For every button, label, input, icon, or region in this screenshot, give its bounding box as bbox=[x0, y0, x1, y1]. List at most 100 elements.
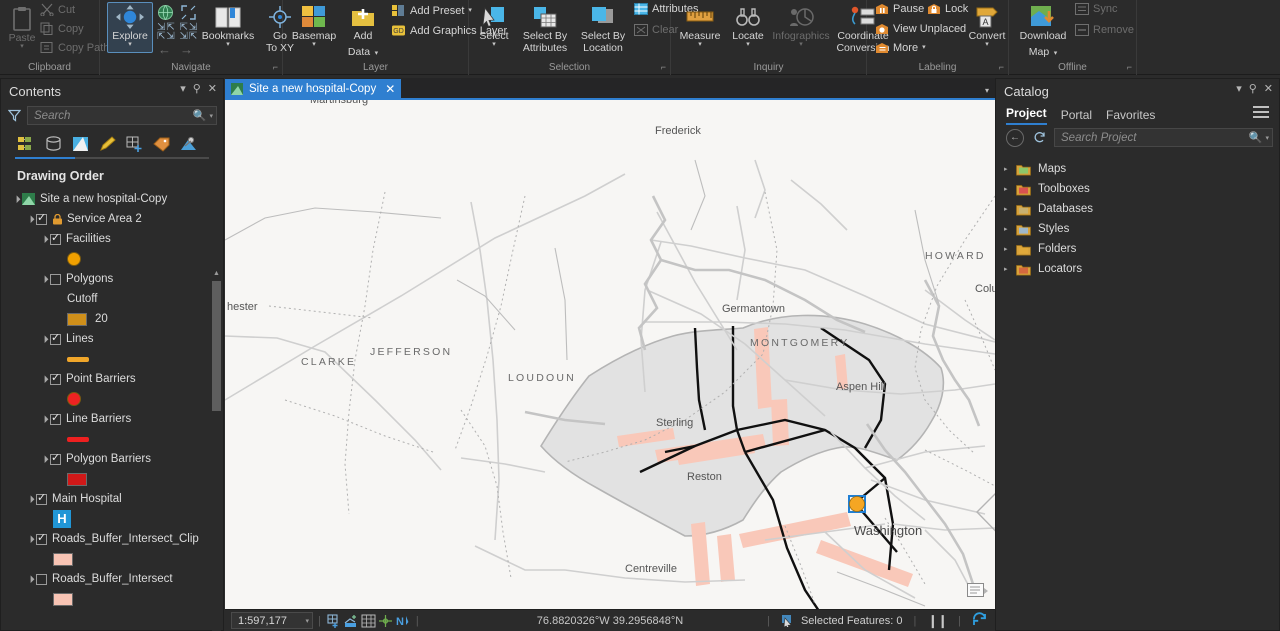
catalog-expand-arrow-icon[interactable]: ▸ bbox=[1004, 265, 1016, 273]
select-by-location-button[interactable]: Select By Location bbox=[575, 4, 631, 54]
locate-caret-icon[interactable]: ▾ bbox=[727, 41, 769, 48]
legend-symbol-row[interactable] bbox=[7, 389, 223, 409]
catalog-search-box[interactable]: 🔍 ▾ bbox=[1054, 128, 1273, 147]
list-by-snapping-icon[interactable] bbox=[125, 135, 143, 153]
catalog-expand-arrow-icon[interactable]: ▸ bbox=[1004, 205, 1016, 213]
contents-scrollbar[interactable]: ▲ ▼ bbox=[212, 269, 221, 631]
pause-drawing-icon[interactable]: ❙❙ bbox=[927, 613, 948, 629]
legend-symbol-row[interactable] bbox=[7, 549, 223, 569]
sync-button[interactable]: Sync bbox=[1075, 3, 1117, 15]
map-scale-chevron-icon[interactable]: ▾ bbox=[305, 617, 309, 625]
measure-caret-icon[interactable]: ▾ bbox=[675, 41, 725, 48]
catalog-refresh-icon[interactable] bbox=[1030, 131, 1048, 144]
bookmarks-button[interactable]: Bookmarks ▾ bbox=[200, 4, 256, 48]
layer-row[interactable]: ◢Polygon Barriers bbox=[7, 449, 223, 469]
previous-extent-arrow-icon[interactable]: ← bbox=[158, 42, 171, 57]
locate-button[interactable]: Locate ▾ bbox=[727, 4, 769, 48]
explore-caret-icon[interactable]: ▾ bbox=[107, 41, 153, 48]
navigate-dialog-launcher[interactable]: ⌐ bbox=[273, 63, 278, 72]
convert-labels-button[interactable]: A Convert ▾ bbox=[965, 4, 1009, 48]
lock-labeling-button[interactable]: Lock bbox=[927, 3, 968, 15]
catalog-pin-icon[interactable]: ⚲ bbox=[1249, 82, 1257, 96]
more-labeling-button[interactable]: More ▾ bbox=[875, 42, 926, 54]
contents-search-box[interactable]: 🔍 ▾ bbox=[27, 106, 217, 125]
legend-symbol-row[interactable] bbox=[7, 249, 223, 269]
measure-button[interactable]: Measure ▾ bbox=[675, 4, 725, 48]
layer-visibility-checkbox[interactable] bbox=[36, 491, 47, 505]
tab-favorites[interactable]: Favorites bbox=[1106, 108, 1155, 125]
list-by-selection-icon[interactable] bbox=[71, 135, 89, 153]
catalog-menu-icon[interactable] bbox=[1253, 106, 1269, 121]
layer-visibility-checkbox[interactable] bbox=[50, 231, 61, 245]
contents-scroll-thumb[interactable] bbox=[212, 281, 221, 411]
layer-visibility-checkbox[interactable] bbox=[50, 273, 61, 285]
layer-row[interactable]: ◢Roads_Buffer_Intersect_Clip bbox=[7, 529, 223, 549]
paste-button[interactable]: Paste ▾ bbox=[2, 6, 42, 50]
basemap-caret-icon[interactable]: ▾ bbox=[289, 41, 339, 48]
legend-symbol-row[interactable] bbox=[7, 349, 223, 369]
new-map-view-icon[interactable] bbox=[326, 612, 343, 629]
layer-row[interactable]: ◢Facilities bbox=[7, 229, 223, 249]
layer-row[interactable]: ◢Service Area 2 bbox=[7, 209, 223, 229]
copy-button[interactable]: Copy bbox=[40, 22, 84, 35]
add-data-caret-icon[interactable]: ▾ bbox=[375, 50, 379, 57]
select-by-attributes-button[interactable]: Select By Attributes bbox=[516, 4, 574, 54]
contents-pin-icon[interactable]: ⚲ bbox=[193, 82, 201, 96]
layer-visibility-checkbox[interactable] bbox=[36, 211, 47, 225]
convert-caret-icon[interactable]: ▾ bbox=[965, 41, 1009, 48]
catalog-menu-chevron-icon[interactable]: ▾ bbox=[1236, 82, 1242, 96]
labeling-dialog-launcher[interactable]: ⌐ bbox=[999, 63, 1004, 72]
next-extent-arrow-icon[interactable]: → bbox=[180, 42, 193, 57]
layer-row[interactable]: ◢ Site a new hospital-Copy bbox=[7, 189, 223, 209]
cut-button[interactable]: Cut bbox=[40, 3, 75, 16]
select-button[interactable]: Select ▾ bbox=[473, 4, 515, 48]
legend-symbol-row[interactable] bbox=[7, 429, 223, 449]
contents-menu-chevron-icon[interactable]: ▾ bbox=[180, 82, 186, 96]
legend-symbol-row[interactable]: H bbox=[7, 509, 223, 529]
zoom-arrows-row2[interactable]: ⇱⇲ ⇲⇱ bbox=[157, 31, 198, 42]
layer-row[interactable]: ◢Lines bbox=[7, 329, 223, 349]
copy-path-button[interactable]: Copy Path bbox=[40, 41, 109, 54]
catalog-back-icon[interactable]: ← bbox=[1006, 128, 1024, 147]
map-view[interactable]: .rd { fill:none; stroke:#cfcfcf; stroke-… bbox=[225, 98, 995, 609]
add-data-button[interactable]: Add Data ▾ bbox=[341, 4, 385, 60]
layer-visibility-checkbox[interactable] bbox=[50, 371, 61, 385]
list-by-diagram-icon[interactable] bbox=[179, 135, 197, 153]
infographics-button[interactable]: Infographics ▾ bbox=[770, 4, 832, 48]
catalog-item[interactable]: ▸ Locators bbox=[996, 259, 1279, 279]
refresh-map-icon[interactable] bbox=[972, 611, 987, 630]
offline-dialog-launcher[interactable]: ⌐ bbox=[1127, 63, 1132, 72]
tab-portal[interactable]: Portal bbox=[1061, 108, 1092, 125]
catalog-expand-arrow-icon[interactable]: ▸ bbox=[1004, 165, 1016, 173]
list-by-editing-icon[interactable] bbox=[98, 135, 116, 153]
map-scale-selector[interactable]: 1:597,177 ▾ bbox=[231, 612, 313, 629]
contents-scroll-up-icon[interactable]: ▲ bbox=[212, 269, 221, 279]
list-by-drawing-order-icon[interactable] bbox=[17, 135, 35, 153]
layer-row[interactable]: ◢Main Hospital bbox=[7, 489, 223, 509]
contents-close-icon[interactable]: ✕ bbox=[208, 82, 217, 96]
search-icon[interactable]: 🔍 bbox=[193, 109, 207, 122]
selection-dialog-launcher[interactable]: ⌐ bbox=[661, 63, 666, 72]
layer-row[interactable]: ◢Point Barriers bbox=[7, 369, 223, 389]
more-caret-icon[interactable]: ▾ bbox=[922, 44, 926, 51]
infographics-caret-icon[interactable]: ▾ bbox=[770, 41, 832, 48]
catalog-expand-arrow-icon[interactable]: ▸ bbox=[1004, 225, 1016, 233]
map-overview-icon[interactable] bbox=[967, 583, 989, 601]
catalog-search-icon[interactable]: 🔍 bbox=[1249, 131, 1263, 144]
list-by-labeling-icon[interactable] bbox=[152, 135, 170, 153]
map-tab[interactable]: Site a new hospital-Copy ✕ bbox=[225, 79, 402, 98]
layer-row[interactable]: ◢ Roads_Buffer_Intersect bbox=[7, 569, 223, 589]
layer-visibility-checkbox[interactable] bbox=[36, 573, 47, 585]
paste-caret-icon[interactable]: ▾ bbox=[2, 43, 42, 50]
layer-visibility-checkbox[interactable] bbox=[50, 451, 61, 465]
legend-symbol-row[interactable] bbox=[7, 589, 223, 609]
legend-heading[interactable]: Cutoff bbox=[7, 289, 223, 309]
contents-search-input[interactable] bbox=[34, 109, 193, 122]
add-preset-button[interactable]: Add Preset ▾ bbox=[391, 4, 472, 17]
view-unplaced-button[interactable]: View Unplaced bbox=[875, 23, 966, 35]
download-map-button[interactable]: Download Map ▾ bbox=[1015, 4, 1071, 60]
pause-labeling-button[interactable]: Pause bbox=[875, 3, 924, 15]
filter-icon[interactable] bbox=[7, 109, 21, 122]
explore-button[interactable]: Explore ▾ bbox=[107, 4, 153, 48]
map-tab-close-icon[interactable]: ✕ bbox=[385, 82, 395, 96]
